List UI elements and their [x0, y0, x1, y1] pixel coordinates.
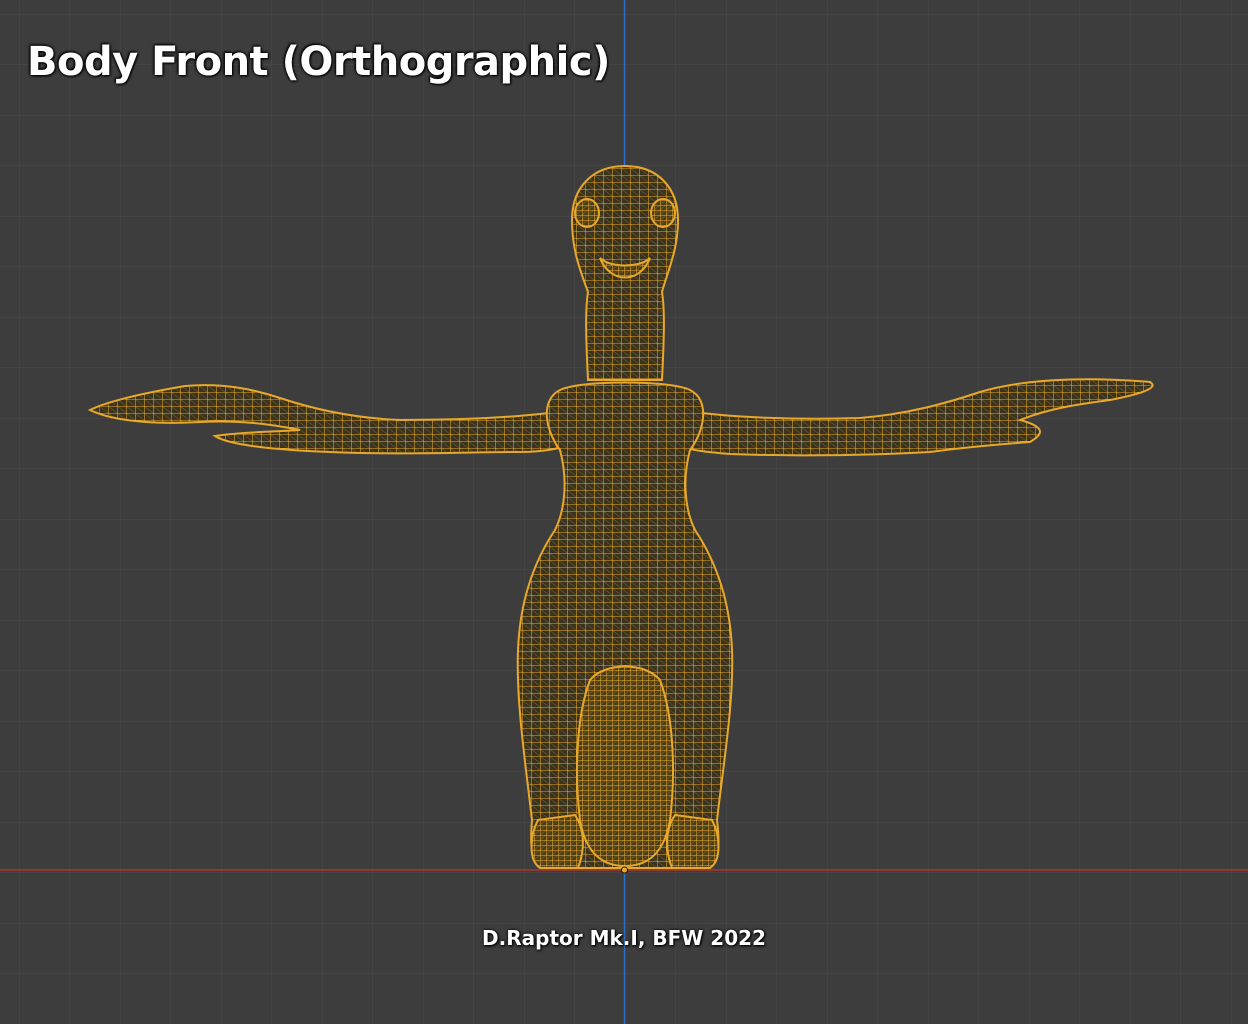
right-leg-mesh	[666, 813, 720, 869]
view-title: Body Front (Orthographic)	[27, 39, 610, 85]
left-eye-mesh	[574, 198, 600, 228]
3d-viewport[interactable]: Body Front (Orthographic) D.Raptor Mk.I,…	[0, 0, 1248, 1024]
viewport-canvas[interactable]	[0, 0, 1248, 1024]
credit-caption: D.Raptor Mk.I, BFW 2022	[482, 926, 766, 950]
belly-mesh	[576, 665, 674, 868]
right-eye-mesh	[650, 198, 676, 228]
left-leg-mesh	[530, 813, 584, 869]
origin-point[interactable]	[621, 866, 628, 874]
